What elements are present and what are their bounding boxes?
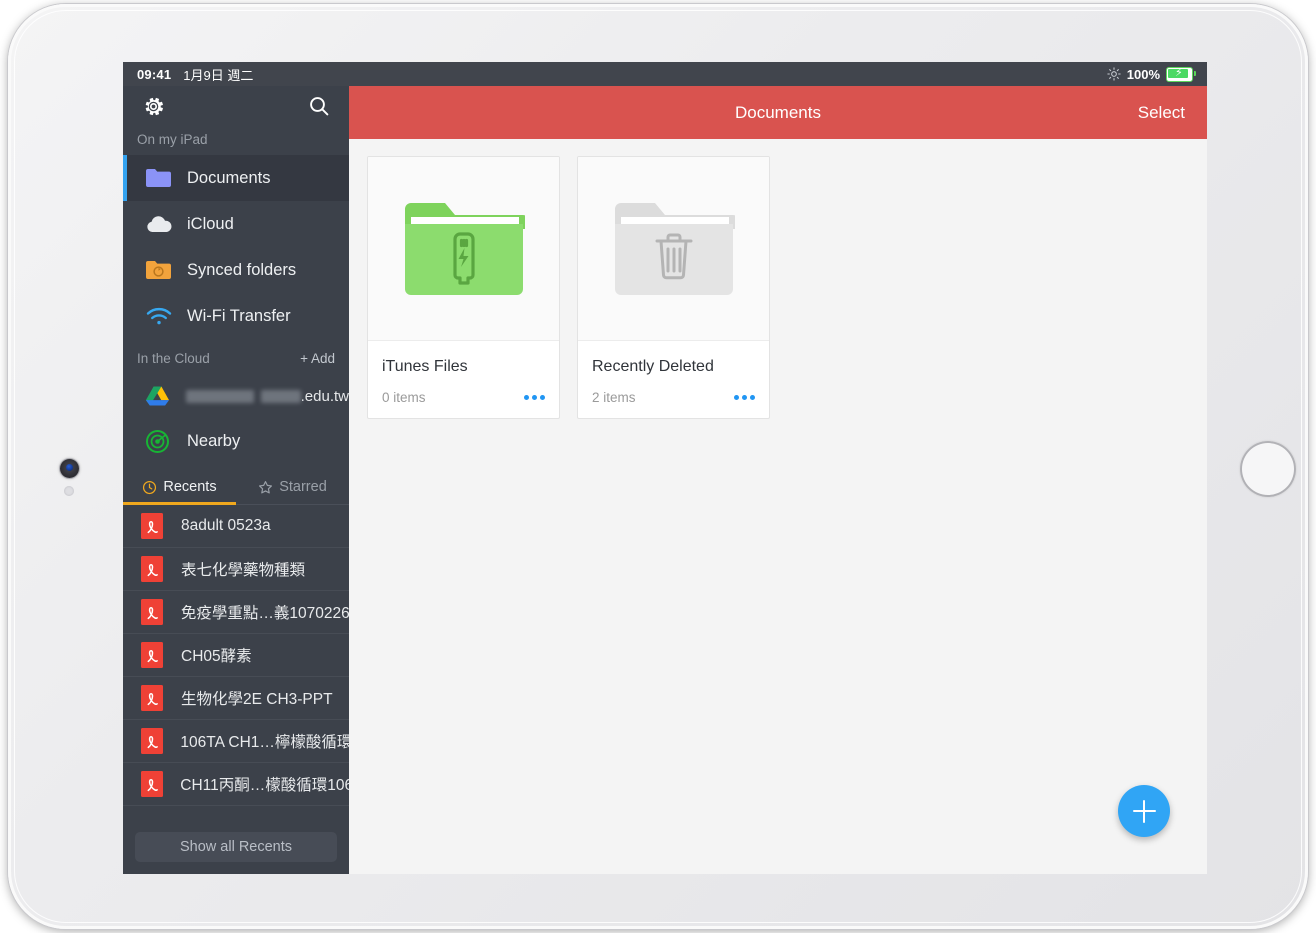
pdf-icon bbox=[141, 728, 170, 754]
folder-card-itunes-files[interactable]: iTunes Files 0 items bbox=[367, 156, 560, 419]
sidebar-item-label: iCloud bbox=[187, 214, 234, 233]
page-title: Documents bbox=[735, 102, 821, 122]
star-icon bbox=[258, 480, 273, 495]
sidebar-item-label: Nearby bbox=[187, 431, 241, 450]
card-footer: 0 items bbox=[368, 376, 559, 418]
ambient-light-sensor bbox=[64, 486, 74, 496]
cloud-account-label: .edu.tw bbox=[185, 388, 349, 405]
google-drive-icon bbox=[145, 385, 174, 407]
tab-starred[interactable]: Starred bbox=[236, 470, 349, 504]
camera-lens bbox=[66, 464, 73, 471]
list-item[interactable]: 8adult 0523a bbox=[123, 505, 349, 548]
card-thumbnail bbox=[578, 157, 769, 341]
sidebar-item-documents[interactable]: Documents bbox=[123, 155, 349, 201]
show-all-recents-container: Show all Recents bbox=[123, 824, 349, 874]
pdf-icon bbox=[141, 513, 171, 539]
synced-folder-icon bbox=[145, 259, 175, 281]
nearby-radar-icon bbox=[145, 429, 175, 454]
list-item[interactable]: 表七化學藥物種類 bbox=[123, 548, 349, 591]
pdf-icon bbox=[141, 642, 171, 668]
battery-charging-icon: ⚡ bbox=[1166, 66, 1196, 82]
add-button[interactable] bbox=[1118, 785, 1170, 837]
file-name: 免疫學重點…義1070226 bbox=[180, 605, 349, 622]
pdf-icon bbox=[141, 771, 170, 797]
list-item[interactable]: 免疫學重點…義1070226 bbox=[123, 591, 349, 634]
section-in-the-cloud: In the Cloud + Add bbox=[123, 339, 349, 374]
status-time: 09:41 bbox=[137, 66, 172, 82]
tab-label: Recents bbox=[163, 479, 217, 495]
pdf-icon bbox=[141, 685, 171, 711]
pdf-icon bbox=[141, 599, 171, 625]
sun-icon bbox=[1107, 67, 1121, 81]
card-item-count: 0 items bbox=[382, 390, 426, 405]
folder-grid: iTunes Files 0 items Recently Deleted 2 … bbox=[349, 139, 1207, 419]
status-date: 1月9日 週二 bbox=[183, 67, 254, 83]
sidebar-tabs: Recents Starred bbox=[123, 470, 349, 505]
sidebar: On my iPad Documents iCloud Synced folde… bbox=[123, 86, 349, 874]
title-bar: Documents Select bbox=[349, 86, 1207, 139]
search-icon[interactable] bbox=[307, 94, 331, 118]
gear-icon[interactable] bbox=[141, 94, 166, 119]
section-label-in-the-cloud: In the Cloud bbox=[137, 351, 210, 366]
sidebar-item-synced-folders[interactable]: Synced folders bbox=[123, 247, 349, 293]
main-content: Documents Select iTunes Files 0 items Re… bbox=[349, 86, 1207, 874]
sidebar-toolbar bbox=[123, 86, 349, 126]
more-dots-icon[interactable] bbox=[734, 395, 755, 400]
card-item-count: 2 items bbox=[592, 390, 636, 405]
select-button[interactable]: Select bbox=[1138, 103, 1185, 123]
file-name: 106TA CH1…檸檬酸循環 bbox=[180, 734, 349, 751]
recent-files-list: 8adult 0523a 表七化學藥物種類 免疫學重點…義1070226 CH0… bbox=[123, 505, 349, 824]
file-name: 表七化學藥物種類 bbox=[181, 562, 306, 579]
folder-card-recently-deleted[interactable]: Recently Deleted 2 items bbox=[577, 156, 770, 419]
list-item[interactable]: 生物化學2E CH3-PPT bbox=[123, 677, 349, 720]
more-dots-icon[interactable] bbox=[524, 395, 545, 400]
green-folder-usb-icon bbox=[403, 197, 529, 301]
sidebar-item-label: Wi-Fi Transfer bbox=[187, 306, 291, 325]
list-item[interactable]: CH05酵素 bbox=[123, 634, 349, 677]
sidebar-item-google-drive-account[interactable]: .edu.tw bbox=[123, 374, 349, 418]
battery-percent: 100% bbox=[1126, 66, 1160, 82]
status-bar-right: 100% ⚡ bbox=[1107, 66, 1196, 82]
list-item[interactable]: 106TA CH1…檸檬酸循環 bbox=[123, 720, 349, 763]
gray-folder-trash-icon bbox=[613, 197, 739, 301]
card-thumbnail bbox=[368, 157, 559, 341]
folder-icon bbox=[145, 167, 175, 189]
sidebar-item-nearby[interactable]: Nearby bbox=[123, 418, 349, 464]
ipad-device-frame: 09:41 1月9日 週二 100% ⚡ On my iPad Document… bbox=[8, 4, 1308, 929]
ipad-screen: 09:41 1月9日 週二 100% ⚡ On my iPad Document… bbox=[123, 62, 1207, 874]
wifi-icon bbox=[145, 306, 175, 327]
home-button[interactable] bbox=[1240, 441, 1296, 497]
card-footer: 2 items bbox=[578, 376, 769, 418]
list-item[interactable]: CH11丙酮…檬酸循環106 bbox=[123, 763, 349, 806]
sidebar-item-wifi-transfer[interactable]: Wi-Fi Transfer bbox=[123, 293, 349, 339]
show-all-recents-button[interactable]: Show all Recents bbox=[135, 832, 337, 862]
file-name: CH05酵素 bbox=[181, 648, 252, 665]
pdf-icon bbox=[141, 556, 171, 582]
card-title: Recently Deleted bbox=[592, 358, 714, 375]
file-name: 生物化學2E CH3-PPT bbox=[181, 691, 333, 708]
add-cloud-account-button[interactable]: + Add bbox=[300, 351, 335, 366]
file-name: CH11丙酮…檬酸循環106 bbox=[180, 777, 349, 794]
status-bar: 09:41 1月9日 週二 100% ⚡ bbox=[123, 62, 1207, 86]
sidebar-item-label: Synced folders bbox=[187, 260, 297, 279]
sidebar-item-icloud[interactable]: iCloud bbox=[123, 201, 349, 247]
status-bar-left: 09:41 1月9日 週二 bbox=[137, 65, 253, 84]
front-camera bbox=[60, 459, 79, 478]
sidebar-item-label: Documents bbox=[187, 168, 271, 187]
clock-icon bbox=[142, 480, 157, 495]
section-label-on-my-ipad: On my iPad bbox=[137, 132, 208, 147]
file-name: 8adult 0523a bbox=[181, 517, 271, 534]
card-title: iTunes Files bbox=[382, 358, 468, 375]
tab-recents[interactable]: Recents bbox=[123, 470, 236, 505]
cloud-icon bbox=[145, 214, 175, 234]
tab-label: Starred bbox=[279, 479, 327, 495]
